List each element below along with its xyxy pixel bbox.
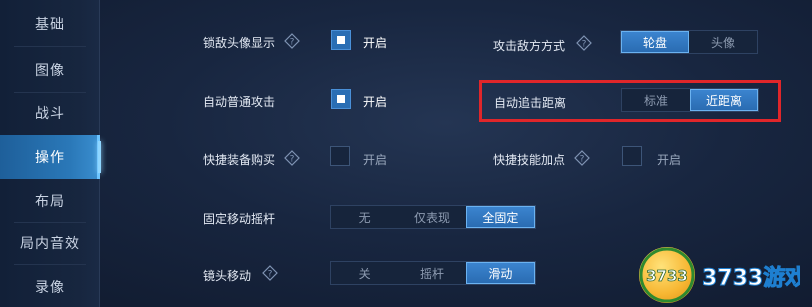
sidebar-item-controls[interactable]: 操作 <box>0 135 101 179</box>
option-wheel[interactable]: 轮盘 <box>621 31 690 53</box>
question-diamond-icon[interactable]: ? <box>284 150 300 166</box>
sidebar-item-label: 局内音效 <box>20 236 80 252</box>
fixed-joystick-label: 固定移动摇杆 <box>203 212 276 226</box>
watermark-site-text: 3733游戏 <box>702 265 800 291</box>
option-joystick[interactable]: 摇杆 <box>398 262 465 284</box>
watermark-logo-badge: 3733 <box>639 247 695 303</box>
sidebar-item-graphics[interactable]: 图像 <box>0 50 100 90</box>
sidebar-item-combat[interactable]: 战斗 <box>0 93 100 133</box>
camera-move-selector: 关 摇杆 滑动 <box>330 261 536 285</box>
auto-normal-attack-label: 自动普通攻击 <box>203 95 276 109</box>
sidebar-item-replay[interactable]: 录像 <box>0 267 100 307</box>
option-avatar[interactable]: 头像 <box>689 31 757 53</box>
question-diamond-icon[interactable]: ? <box>576 35 592 51</box>
auto-normal-attack-toggle-label: 开启 <box>363 95 388 109</box>
sidebar-item-in-game-audio[interactable]: 局内音效 <box>0 223 100 263</box>
option-off[interactable]: 关 <box>331 262 398 284</box>
svg-text:?: ? <box>290 155 295 165</box>
option-swipe[interactable]: 滑动 <box>465 262 535 284</box>
svg-text:?: ? <box>268 270 273 280</box>
question-diamond-icon[interactable]: ? <box>284 33 300 49</box>
sidebar-item-label: 布局 <box>35 194 65 210</box>
attack-enemy-mode-label: 攻击敌方方式 <box>493 39 566 53</box>
divider <box>14 264 86 265</box>
watermark-site-logo: 3733游戏 <box>700 258 801 294</box>
question-diamond-icon[interactable]: ? <box>574 150 590 166</box>
option-fully-fixed[interactable]: 全固定 <box>465 206 535 228</box>
quick-equip-buy-toggle-label: 开启 <box>363 153 388 167</box>
quick-equip-buy-checkbox[interactable] <box>330 146 350 166</box>
quick-equip-buy-label: 快捷装备购买 <box>203 153 276 167</box>
fixed-joystick-selector: 无 仅表现 全固定 <box>330 205 536 229</box>
sidebar-item-label: 战斗 <box>35 106 65 122</box>
svg-text:?: ? <box>582 40 587 50</box>
watermark-badge-text: 3733 <box>646 267 688 285</box>
option-none[interactable]: 无 <box>331 206 398 228</box>
sidebar-item-layout[interactable]: 布局 <box>0 181 100 221</box>
auto-normal-attack-checkbox[interactable] <box>331 89 351 109</box>
quick-skill-upgrade-toggle-label: 开启 <box>657 153 682 167</box>
settings-sidebar: 基础 图像 战斗 操作 布局 局内音效 录像 <box>0 0 101 307</box>
divider <box>14 46 86 47</box>
quick-skill-upgrade-label: 快捷技能加点 <box>493 153 566 167</box>
lock-enemy-avatar-label: 锁敌头像显示 <box>203 36 276 50</box>
option-visual-only[interactable]: 仅表现 <box>398 206 465 228</box>
sidebar-item-label: 基础 <box>35 17 65 33</box>
lock-enemy-avatar-toggle-label: 开启 <box>363 36 388 50</box>
camera-move-label: 镜头移动 <box>203 269 252 283</box>
svg-text:?: ? <box>290 38 295 48</box>
quick-skill-upgrade-checkbox[interactable] <box>622 146 642 166</box>
sidebar-item-label: 操作 <box>35 150 65 166</box>
question-diamond-icon[interactable]: ? <box>262 265 278 281</box>
svg-text:?: ? <box>580 155 585 165</box>
sidebar-item-basic[interactable]: 基础 <box>0 4 100 44</box>
lock-enemy-avatar-checkbox[interactable] <box>331 30 351 50</box>
sidebar-item-label: 录像 <box>35 280 65 296</box>
sidebar-item-label: 图像 <box>35 63 65 79</box>
highlight-frame <box>479 80 781 122</box>
attack-enemy-mode-selector: 轮盘 头像 <box>620 30 758 54</box>
